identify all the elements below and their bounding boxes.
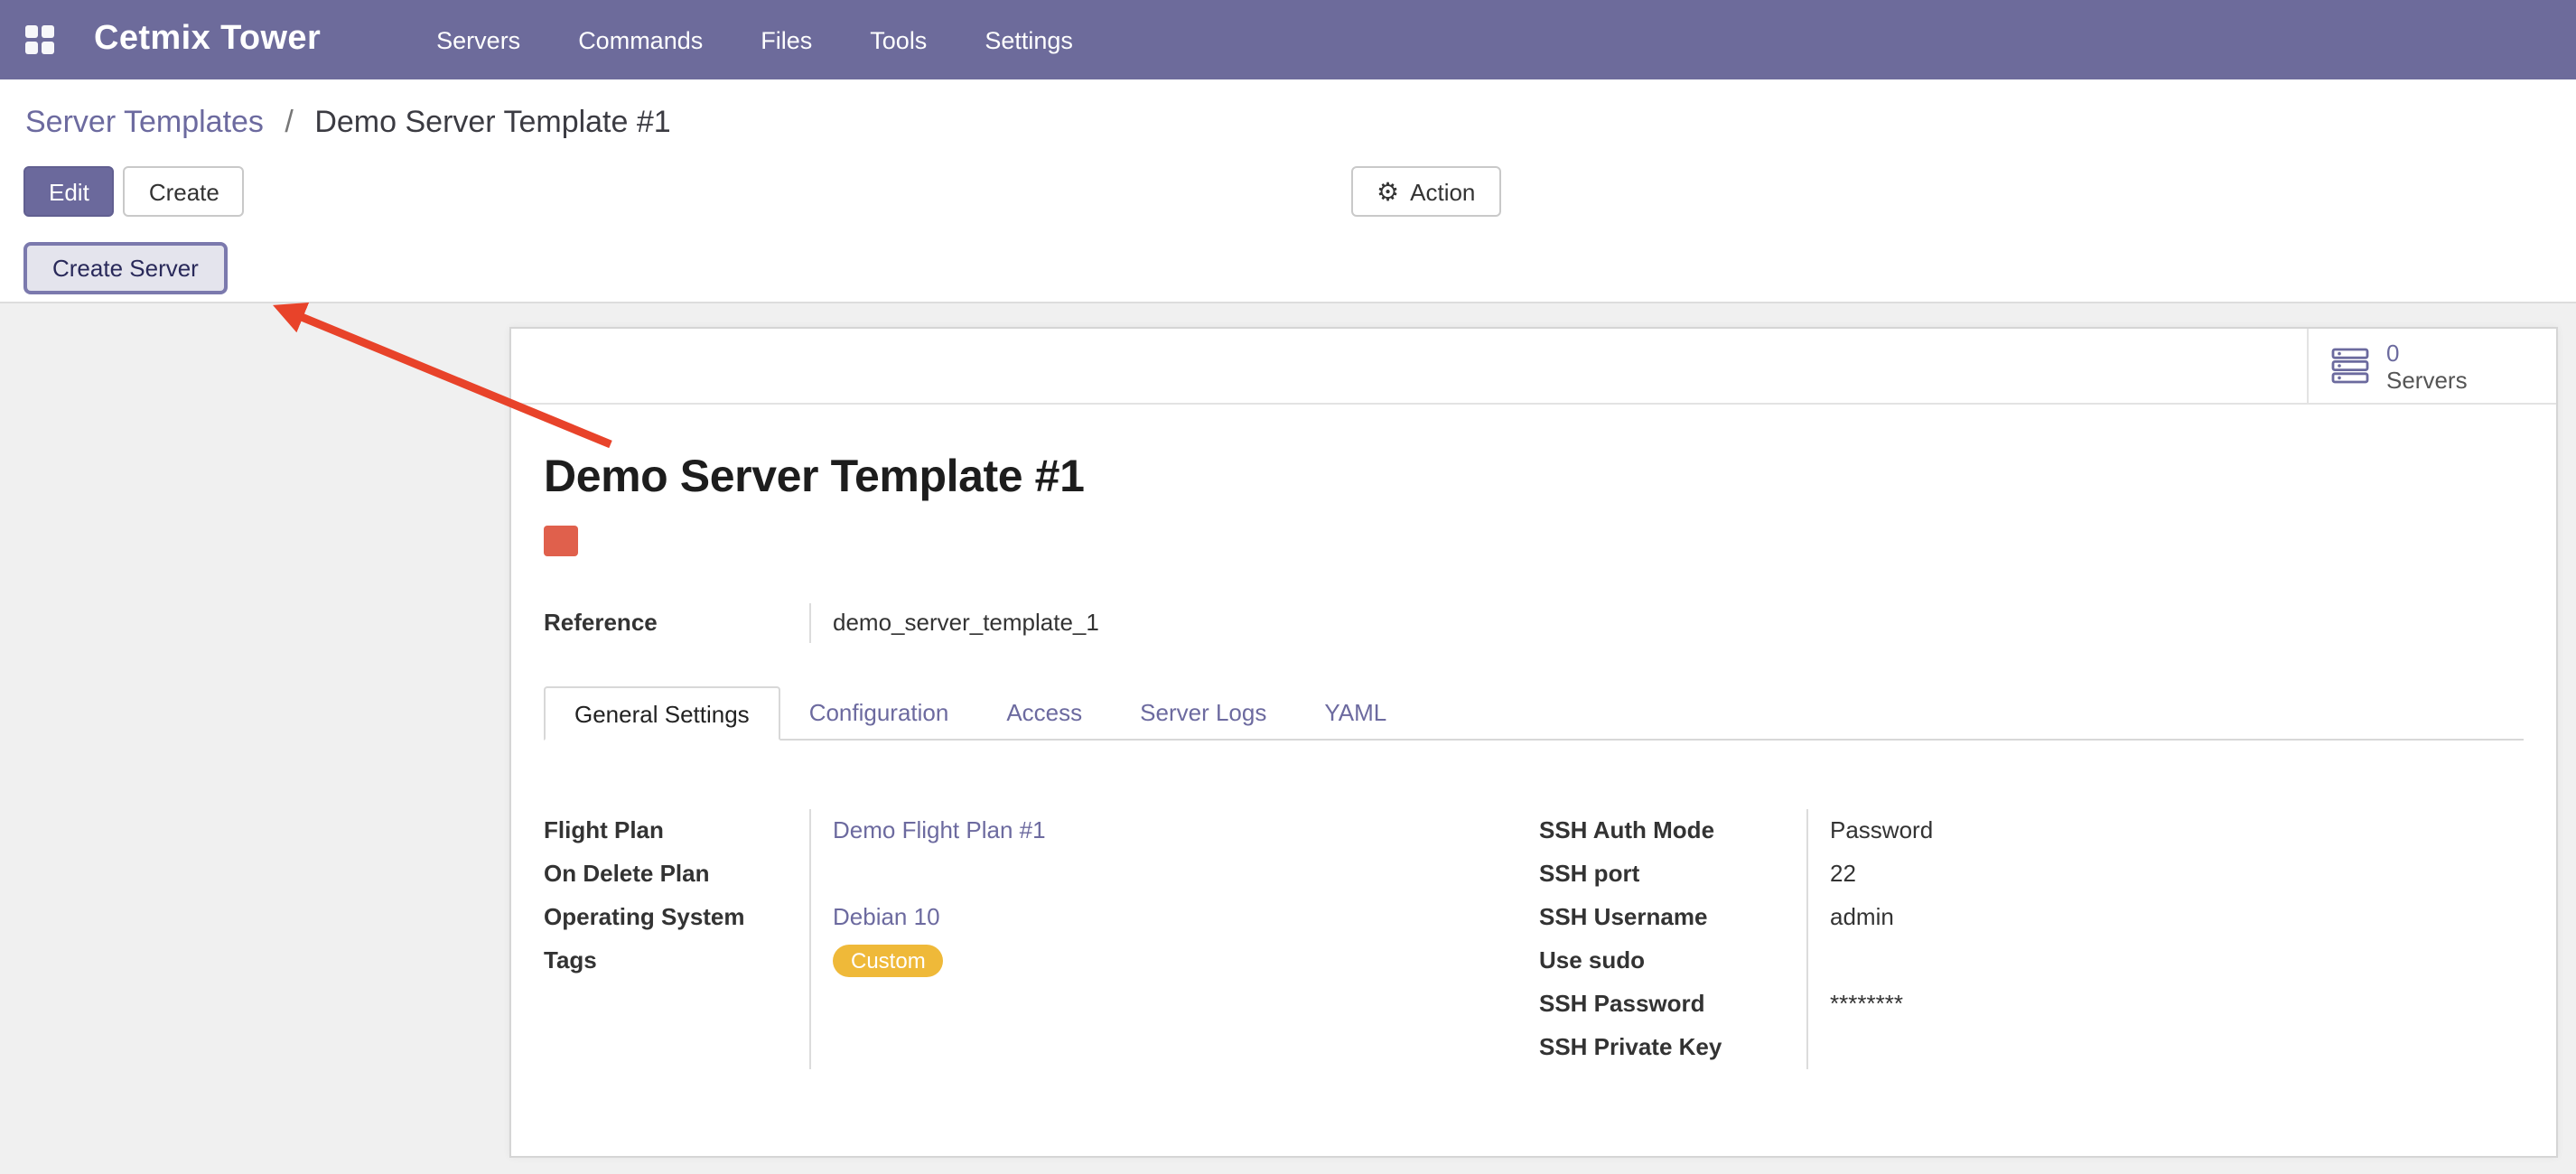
- breadcrumb: Server Templates / Demo Server Template …: [25, 105, 671, 141]
- tab-configuration[interactable]: Configuration: [780, 686, 978, 739]
- field-label: Tags: [544, 939, 788, 983]
- ssh-auth-mode-value: Password: [1830, 809, 1933, 853]
- stat-text: 0 Servers: [2386, 339, 2468, 393]
- use-sudo-value: [1830, 939, 1933, 983]
- page: Cetmix Tower Servers Commands Files Tool…: [0, 0, 2576, 1174]
- operating-system-link[interactable]: Debian 10: [833, 896, 1539, 939]
- breadcrumb-current: Demo Server Template #1: [314, 105, 670, 139]
- notebook-tabs: General Settings Configuration Access Se…: [544, 686, 2524, 741]
- nav-item-settings[interactable]: Settings: [974, 19, 1084, 61]
- action-button[interactable]: ⚙ Action: [1351, 166, 1500, 217]
- servers-label: Servers: [2386, 366, 2468, 393]
- form-sheet: 0 Servers Demo Server Template #1 Refere…: [509, 327, 2558, 1158]
- field-label: Flight Plan: [544, 809, 788, 853]
- nav-item-commands[interactable]: Commands: [567, 19, 714, 61]
- ssh-password-value: ********: [1830, 983, 1933, 1026]
- labels-column: SSH Auth Mode SSH port SSH Username Use …: [1539, 809, 1808, 1069]
- ssh-port-value: 22: [1830, 853, 1933, 896]
- reference-field: Reference demo_server_template_1: [544, 603, 2524, 643]
- field-label: SSH Password: [1539, 983, 1785, 1026]
- brand-title[interactable]: Cetmix Tower: [94, 20, 321, 60]
- servers-stat-button[interactable]: 0 Servers: [2307, 329, 2556, 403]
- ssh-private-key-value: [1830, 1026, 1933, 1069]
- tab-access[interactable]: Access: [977, 686, 1111, 739]
- main-menu: Servers Commands Files Tools Settings: [425, 19, 1084, 61]
- nav-item-files[interactable]: Files: [750, 19, 823, 61]
- tags-value: Custom: [833, 939, 1539, 983]
- tab-server-logs[interactable]: Server Logs: [1111, 686, 1295, 739]
- labels-column: Flight Plan On Delete Plan Operating Sys…: [544, 809, 811, 1069]
- gear-icon: ⚙: [1377, 179, 1399, 204]
- servers-count: 0: [2386, 339, 2468, 366]
- reference-value: demo_server_template_1: [811, 603, 1099, 643]
- values-column: Password 22 admin ********: [1808, 809, 1933, 1069]
- edit-button[interactable]: Edit: [23, 166, 115, 217]
- breadcrumb-parent-link[interactable]: Server Templates: [25, 105, 264, 139]
- create-server-button[interactable]: Create Server: [23, 242, 228, 294]
- on-delete-plan-value: [833, 853, 1539, 896]
- reference-label: Reference: [544, 603, 811, 643]
- page-title: Demo Server Template #1: [544, 452, 2524, 504]
- server-stack-icon: [2330, 347, 2370, 385]
- field-label: SSH port: [1539, 853, 1785, 896]
- field-groups: Flight Plan On Delete Plan Operating Sys…: [544, 809, 2524, 1069]
- field-label: Use sudo: [1539, 939, 1785, 983]
- field-label: SSH Private Key: [1539, 1026, 1785, 1069]
- flight-plan-link[interactable]: Demo Flight Plan #1: [833, 809, 1539, 853]
- sheet-body: Demo Server Template #1 Reference demo_s…: [511, 452, 2556, 1069]
- values-column: Demo Flight Plan #1 Debian 10 Custom: [811, 809, 1539, 1069]
- create-button[interactable]: Create: [124, 166, 245, 217]
- ssh-username-value: admin: [1830, 896, 1933, 939]
- top-navbar: Cetmix Tower Servers Commands Files Tool…: [0, 0, 2576, 79]
- field-label: SSH Username: [1539, 896, 1785, 939]
- button-box: 0 Servers: [511, 329, 2556, 405]
- apps-grid-icon[interactable]: [25, 25, 54, 54]
- field-label: SSH Auth Mode: [1539, 809, 1785, 853]
- tab-general-settings[interactable]: General Settings: [544, 686, 780, 741]
- field-label: Operating System: [544, 896, 788, 939]
- control-panel-buttons: Edit Create: [23, 166, 245, 217]
- tab-yaml[interactable]: YAML: [1295, 686, 1415, 739]
- group-ssh: SSH Auth Mode SSH port SSH Username Use …: [1539, 809, 1933, 1069]
- color-swatch: [544, 526, 578, 556]
- nav-item-servers[interactable]: Servers: [425, 19, 531, 61]
- nav-item-tools[interactable]: Tools: [859, 19, 938, 61]
- tag-badge: Custom: [833, 945, 944, 977]
- field-label: On Delete Plan: [544, 853, 788, 896]
- group-general: Flight Plan On Delete Plan Operating Sys…: [544, 809, 1539, 1069]
- breadcrumb-separator: /: [285, 105, 293, 139]
- action-button-label: Action: [1410, 178, 1475, 205]
